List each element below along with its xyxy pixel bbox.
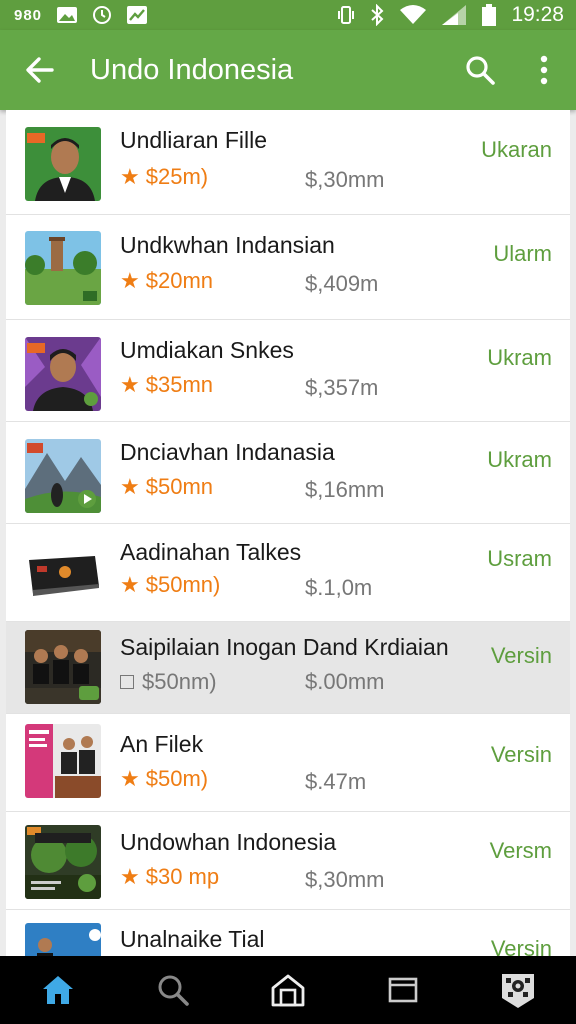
- more-vert-icon: [540, 55, 548, 85]
- list-item[interactable]: An Filek ★ $50m) $.47m Versin: [6, 714, 570, 812]
- item-size: $,30mm: [305, 167, 385, 192]
- nav-search[interactable]: [133, 956, 213, 1024]
- checkbox-icon[interactable]: [120, 675, 134, 689]
- item-price: ★ $50mn: [120, 474, 213, 500]
- item-price: $50nm): [120, 669, 217, 695]
- item-price: ★ $30 mp: [120, 864, 219, 890]
- star-icon: ★: [120, 572, 140, 597]
- list-item[interactable]: Undliaran Fille ★ $25m) $,30mm Ukaran: [6, 110, 570, 215]
- item-title: Umdiakan Snkes: [120, 337, 294, 363]
- item-size: $,16mm: [305, 477, 385, 502]
- app-bar: Undo Indonesia: [0, 30, 576, 110]
- item-price: ★ $50m): [120, 766, 208, 792]
- item-action[interactable]: Ukram: [487, 447, 552, 473]
- status-time: 19:28: [511, 3, 564, 26]
- item-title: Unalnaike Tial: [120, 926, 265, 952]
- star-icon: ★: [120, 864, 140, 889]
- item-title: Undkwhan Indansian: [120, 232, 335, 258]
- item-thumbnail: [25, 127, 101, 201]
- search-icon: [466, 56, 495, 85]
- wifi-icon: [399, 4, 427, 26]
- profile-badge-icon: [502, 974, 535, 1008]
- list-item[interactable]: Dnciavhan Indanasia ★ $50mn $,16mm Ukram: [6, 422, 570, 524]
- star-icon: ★: [120, 164, 140, 189]
- item-thumbnail: [25, 724, 101, 798]
- battery-icon: [481, 3, 497, 27]
- item-thumbnail: [25, 231, 101, 305]
- item-price: ★ $20mn: [120, 268, 213, 294]
- nav-store[interactable]: [248, 956, 328, 1024]
- item-list: Undliaran Fille ★ $25m) $,30mm Ukaran Un…: [6, 110, 570, 956]
- nav-profile[interactable]: [478, 956, 558, 1024]
- clock-icon: [92, 5, 112, 25]
- store-icon: [271, 974, 305, 1007]
- item-price-value: $50nm): [142, 669, 217, 694]
- item-title: An Filek: [120, 731, 204, 757]
- item-size: $,357m: [305, 375, 379, 400]
- star-icon: ★: [120, 474, 140, 499]
- item-title: Undowhan Indonesia: [120, 829, 337, 855]
- back-button[interactable]: [0, 30, 80, 110]
- item-action[interactable]: Versin: [491, 742, 552, 768]
- search-button[interactable]: [448, 30, 512, 110]
- item-price-value: $25m): [145, 164, 209, 189]
- star-icon: ★: [120, 766, 140, 791]
- star-icon: ★: [120, 372, 140, 397]
- item-action[interactable]: Ularm: [493, 241, 552, 267]
- item-size: $.1,0m: [305, 575, 373, 600]
- item-price-value: $50mn): [145, 572, 221, 597]
- window-icon: [388, 977, 418, 1003]
- list-item[interactable]: Aadinahan Talkes ★ $50mn) $.1,0m Usram: [6, 524, 570, 622]
- star-icon: ★: [120, 268, 140, 293]
- item-thumbnail: [25, 439, 101, 513]
- list-item[interactable]: Undowhan Indonesia ★ $30 mp $,30mm Versm: [6, 812, 570, 910]
- item-action[interactable]: Ukram: [487, 345, 552, 371]
- item-action[interactable]: Usram: [487, 546, 552, 572]
- bluetooth-icon: [369, 4, 385, 26]
- item-title: Saipilaian Inogan Dand Krdiaian: [120, 634, 449, 660]
- item-title: Aadinahan Talkes: [120, 539, 302, 565]
- item-size: $.47m: [305, 769, 367, 794]
- item-price: ★ $25m): [120, 164, 208, 190]
- item-size: $.00mm: [305, 669, 385, 694]
- item-price-value: $20mn: [145, 268, 214, 293]
- item-thumbnail: [25, 536, 101, 610]
- status-left-text: 980: [14, 6, 43, 24]
- home-icon: [42, 976, 73, 1004]
- chart-icon: [126, 5, 148, 25]
- vibrate-icon: [337, 4, 355, 26]
- more-options-button[interactable]: [512, 30, 576, 110]
- item-price-value: $50mn: [145, 474, 214, 499]
- list-item[interactable]: Unalnaike Tial Versin: [6, 910, 570, 956]
- item-thumbnail: [25, 630, 101, 704]
- item-thumbnail: [25, 923, 101, 956]
- item-size: $,409m: [305, 271, 379, 296]
- image-icon: [56, 6, 78, 24]
- nav-home[interactable]: [18, 956, 98, 1024]
- status-bar: 980 19:28: [0, 0, 576, 30]
- item-price-value: $30 mp: [145, 864, 220, 889]
- nav-window[interactable]: [363, 956, 443, 1024]
- list-item[interactable]: Umdiakan Snkes ★ $35mn $,357m Ukram: [6, 320, 570, 422]
- item-title: Dnciavhan Indanasia: [120, 439, 335, 465]
- item-title: Undliaran Fille: [120, 127, 268, 153]
- item-action[interactable]: Versm: [490, 838, 552, 864]
- page-title: Undo Indonesia: [90, 53, 294, 86]
- item-thumbnail: [25, 337, 101, 411]
- item-thumbnail: [25, 825, 101, 899]
- item-price: ★ $50mn): [120, 572, 220, 598]
- signal-icon: [441, 4, 467, 26]
- item-action[interactable]: Versin: [491, 643, 552, 669]
- item-price-value: $35mn: [145, 372, 214, 397]
- item-action[interactable]: Versin: [491, 936, 552, 956]
- list-item-selected[interactable]: Saipilaian Inogan Dand Krdiaian $50nm) $…: [6, 622, 570, 714]
- item-price: ★ $35mn: [120, 372, 213, 398]
- bottom-nav: [0, 956, 576, 1024]
- item-price-value: $50m): [145, 766, 209, 791]
- item-size: $,30mm: [305, 867, 385, 892]
- list-item[interactable]: Undkwhan Indansian ★ $20mn $,409m Ularm: [6, 215, 570, 320]
- item-action[interactable]: Ukaran: [481, 137, 552, 163]
- search-icon: [158, 975, 189, 1006]
- back-arrow-icon: [26, 57, 54, 83]
